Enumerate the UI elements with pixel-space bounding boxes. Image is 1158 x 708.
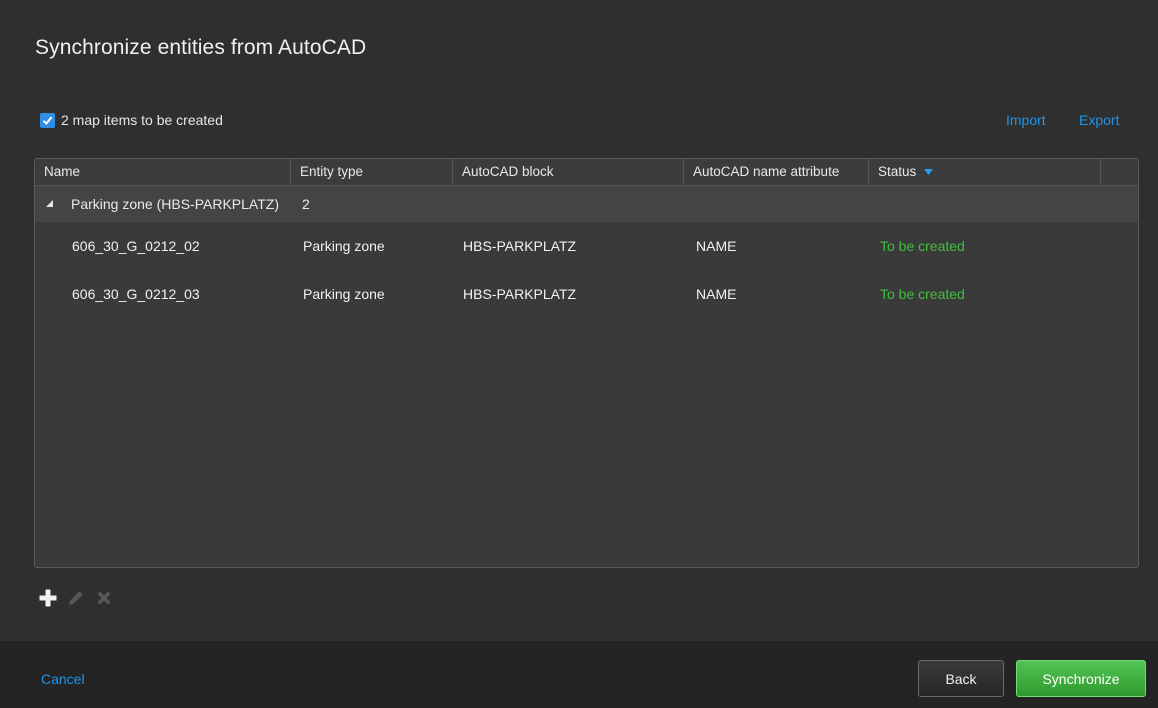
dialog-title: Synchronize entities from AutoCAD [35,36,367,59]
cell-name: 606_30_G_0212_03 [72,286,200,302]
cell-status: To be created [880,238,965,254]
cell-entity-type: Parking zone [303,238,385,254]
back-button[interactable]: Back [918,660,1004,697]
entities-table: Name Entity type AutoCAD block AutoCAD n… [34,158,1139,568]
cell-name: 606_30_G_0212_02 [72,238,200,254]
column-header-name[interactable]: Name [35,159,291,185]
export-link[interactable]: Export [1079,112,1119,128]
collapse-triangle-icon[interactable] [46,200,54,208]
sort-arrow-down-icon [924,169,934,175]
column-header-autocad-name-attribute[interactable]: AutoCAD name attribute [684,159,869,185]
column-header-entity-type[interactable]: Entity type [291,159,453,185]
column-header-autocad-block[interactable]: AutoCAD block [453,159,684,185]
cell-name-attribute: NAME [696,286,737,302]
table-header: Name Entity type AutoCAD block AutoCAD n… [35,159,1138,186]
map-items-checkbox-row[interactable]: 2 map items to be created [40,112,223,128]
cell-autocad-block: HBS-PARKPLATZ [463,238,577,254]
add-icon[interactable] [38,588,58,608]
delete-icon[interactable] [94,588,114,608]
map-items-checkbox-label: 2 map items to be created [61,112,223,128]
table-toolbar [38,588,114,608]
group-label: Parking zone (HBS-PARKPLATZ) [71,196,279,212]
group-row-parking-zone[interactable]: Parking zone (HBS-PARKPLATZ) 2 [35,186,1138,222]
edit-icon[interactable] [66,588,86,608]
cell-entity-type: Parking zone [303,286,385,302]
cancel-link[interactable]: Cancel [41,671,85,687]
synchronize-button[interactable]: Synchronize [1016,660,1146,697]
group-count: 2 [302,196,310,212]
cell-status: To be created [880,286,965,302]
column-header-status[interactable]: Status [869,159,1101,185]
import-link[interactable]: Import [1006,112,1046,128]
checkmark-icon [42,116,53,125]
table-row[interactable]: 606_30_G_0212_02 Parking zone HBS-PARKPL… [35,222,1138,270]
synchronize-dialog: Synchronize entities from AutoCAD 2 map … [0,0,1158,708]
cell-autocad-block: HBS-PARKPLATZ [463,286,577,302]
cell-name-attribute: NAME [696,238,737,254]
map-items-checkbox[interactable] [40,112,55,128]
table-row[interactable]: 606_30_G_0212_03 Parking zone HBS-PARKPL… [35,270,1138,318]
